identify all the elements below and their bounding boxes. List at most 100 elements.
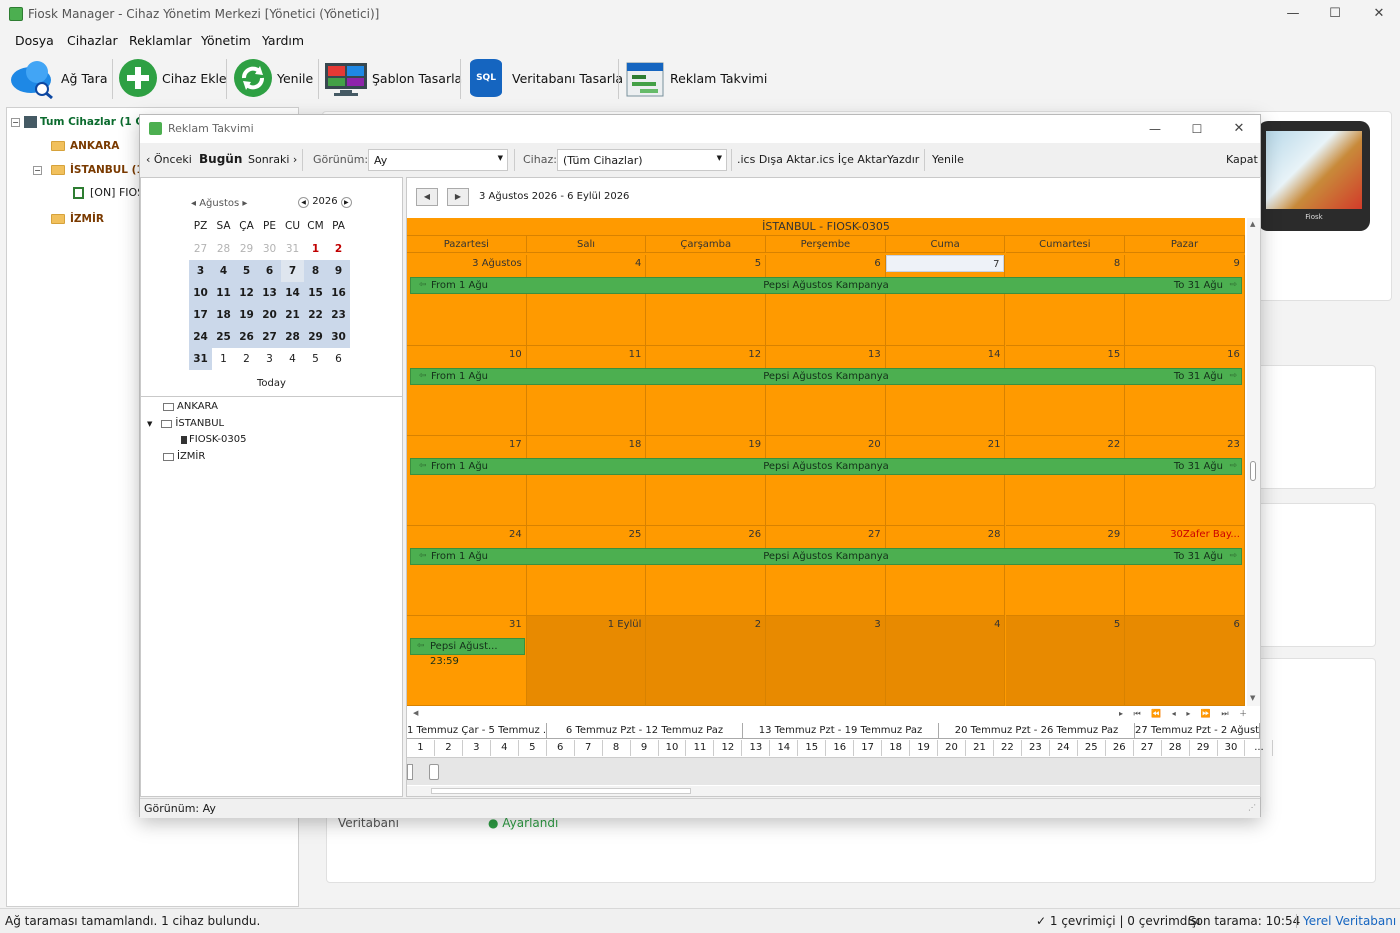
- calendar-day[interactable]: 29: [304, 326, 327, 348]
- refresh-button[interactable]: Yenile: [233, 53, 313, 103]
- day-cell[interactable]: 27: [766, 526, 886, 616]
- range-next-button[interactable]: ▶: [447, 188, 469, 206]
- view-select[interactable]: Ay ▼: [368, 149, 508, 171]
- timeline-day[interactable]: 16: [826, 740, 855, 756]
- day-cell[interactable]: 16: [1125, 346, 1245, 436]
- calendar-day[interactable]: 1: [212, 348, 235, 370]
- timeline-day[interactable]: 12: [714, 740, 743, 756]
- day-cell[interactable]: 29: [1005, 526, 1126, 616]
- day-cell[interactable]: 26: [646, 526, 767, 616]
- timeline-day[interactable]: 15: [798, 740, 827, 756]
- day-cell[interactable]: 15: [1005, 346, 1126, 436]
- calendar-day[interactable]: 20: [258, 304, 281, 326]
- maximize-button[interactable]: ☐: [1318, 4, 1352, 24]
- day-cell[interactable]: 19: [646, 436, 767, 526]
- calendar-day[interactable]: 18: [212, 304, 235, 326]
- minimize-button[interactable]: —: [1276, 4, 1310, 24]
- day-cell[interactable]: 12: [646, 346, 767, 436]
- timeline-day[interactable]: 21: [966, 740, 994, 756]
- calendar-day[interactable]: 26: [235, 326, 258, 348]
- day-cell[interactable]: 13: [766, 346, 886, 436]
- calendar-day[interactable]: 27: [189, 238, 212, 260]
- day-cell[interactable]: 20: [766, 436, 886, 526]
- ltree-item-istanbul[interactable]: ▼ İSTANBUL: [147, 418, 224, 429]
- dialog-close-button[interactable]: ✕: [1222, 119, 1256, 139]
- scroll-left-icon[interactable]: ◀: [413, 709, 418, 717]
- tree-item-istanbul[interactable]: − İSTANBUL (1 /: [33, 164, 151, 176]
- timeline-day[interactable]: ...: [1246, 740, 1274, 756]
- month-header[interactable]: ◂ Ağustos ▸: [191, 198, 247, 209]
- calendar-day[interactable]: 3: [189, 260, 212, 282]
- calendar-day[interactable]: 1: [304, 238, 327, 260]
- calendar-day[interactable]: 31: [281, 238, 304, 260]
- day-cell[interactable]: 6: [1125, 616, 1245, 706]
- timeline-day[interactable]: 3: [463, 740, 491, 756]
- day-cell[interactable]: 22: [1005, 436, 1126, 526]
- tree-item-ankara[interactable]: ANKARA: [51, 140, 119, 152]
- timeline-day[interactable]: 11: [687, 740, 715, 756]
- calendar-day[interactable]: 28: [281, 326, 304, 348]
- next-month-icon[interactable]: ▸: [242, 198, 247, 209]
- calendar-day[interactable]: 30: [327, 326, 350, 348]
- day-cell[interactable]: 10: [407, 346, 527, 436]
- year-header[interactable]: ◀ 2026 ▶: [298, 196, 352, 208]
- timeline-day[interactable]: 25: [1078, 740, 1106, 756]
- day-cell[interactable]: 4: [526, 255, 647, 346]
- day-cell[interactable]: 6: [766, 255, 886, 346]
- day-cell[interactable]: 9: [1125, 255, 1245, 346]
- calendar-day[interactable]: 2: [235, 348, 258, 370]
- calendar-day[interactable]: 2: [327, 238, 350, 260]
- menu-reklamlar[interactable]: Reklamlar: [129, 33, 192, 48]
- timeline-day[interactable]: 9: [631, 740, 659, 756]
- calendar-day[interactable]: 29: [235, 238, 258, 260]
- timeline-scrollbar[interactable]: [407, 786, 1260, 796]
- menu-dosya[interactable]: Dosya: [15, 33, 54, 48]
- prev-month-icon[interactable]: ◂: [191, 198, 196, 209]
- today-button[interactable]: Bugün: [199, 152, 242, 166]
- today-link[interactable]: Today: [257, 378, 286, 389]
- event-bar[interactable]: ⇦ From 1 Ağu Pepsi Ağustos Kampanya To 31 A…: [410, 548, 1242, 565]
- calendar-day[interactable]: 14: [281, 282, 304, 304]
- day-cell[interactable]: 8: [1005, 255, 1126, 346]
- scroll-down-icon[interactable]: ▼: [1250, 694, 1255, 702]
- calendar-day[interactable]: 16: [327, 282, 350, 304]
- timeline-day[interactable]: 23: [1022, 740, 1050, 756]
- device-select[interactable]: (Tüm Cihazlar) ▼: [557, 149, 727, 171]
- day-cell[interactable]: 5: [1005, 616, 1126, 706]
- day-cell[interactable]: 1 Eylül: [526, 616, 647, 706]
- collapse-icon[interactable]: −: [11, 117, 20, 127]
- calendar-day[interactable]: 4: [281, 348, 304, 370]
- timeline-handle[interactable]: [429, 764, 439, 780]
- calendar-day[interactable]: 25: [212, 326, 235, 348]
- scan-button[interactable]: Ağ Tara: [9, 53, 107, 103]
- day-cell[interactable]: 28: [885, 526, 1006, 616]
- day-cell[interactable]: 3 Ağustos: [407, 255, 527, 346]
- timeline-day[interactable]: 6: [547, 740, 575, 756]
- prev-year-icon[interactable]: ◀: [298, 197, 309, 208]
- calendar-day[interactable]: 7: [281, 260, 304, 282]
- timeline-day[interactable]: 8: [603, 740, 631, 756]
- tree-root[interactable]: − Tum Cihazlar (1 Ci: [11, 116, 147, 128]
- calendar-day[interactable]: 6: [327, 348, 350, 370]
- db-design-button[interactable]: SQL Veritabanı Tasarla: [470, 53, 623, 103]
- timeline-day[interactable]: 1: [407, 740, 435, 756]
- timeline-day[interactable]: 14: [770, 740, 799, 756]
- scroll-thumb[interactable]: [1250, 461, 1256, 481]
- calendar-day[interactable]: 9: [327, 260, 350, 282]
- calendar-day[interactable]: 5: [235, 260, 258, 282]
- day-cell[interactable]: 18: [526, 436, 647, 526]
- event-bar[interactable]: ⇦ From 1 Ağu Pepsi Ağustos Kampanya To 31 A…: [410, 277, 1242, 294]
- vertical-scrollbar[interactable]: ▲ ▼: [1247, 218, 1260, 706]
- timeline-day[interactable]: 2: [435, 740, 463, 756]
- calendar-day[interactable]: 13: [258, 282, 281, 304]
- print-button[interactable]: Yazdır: [887, 153, 919, 166]
- day-cell[interactable]: 24: [407, 526, 527, 616]
- db-mode[interactable]: Yerel Veritabanı: [1296, 914, 1396, 928]
- calendar-day[interactable]: 22: [304, 304, 327, 326]
- timeline-day[interactable]: 28: [1162, 740, 1190, 756]
- calendar-day[interactable]: 27: [258, 326, 281, 348]
- timeline-day[interactable]: 13: [742, 740, 771, 756]
- range-prev-button[interactable]: ◀: [416, 188, 438, 206]
- timeline-day[interactable]: 5: [519, 740, 547, 756]
- timeline-day[interactable]: 19: [910, 740, 939, 756]
